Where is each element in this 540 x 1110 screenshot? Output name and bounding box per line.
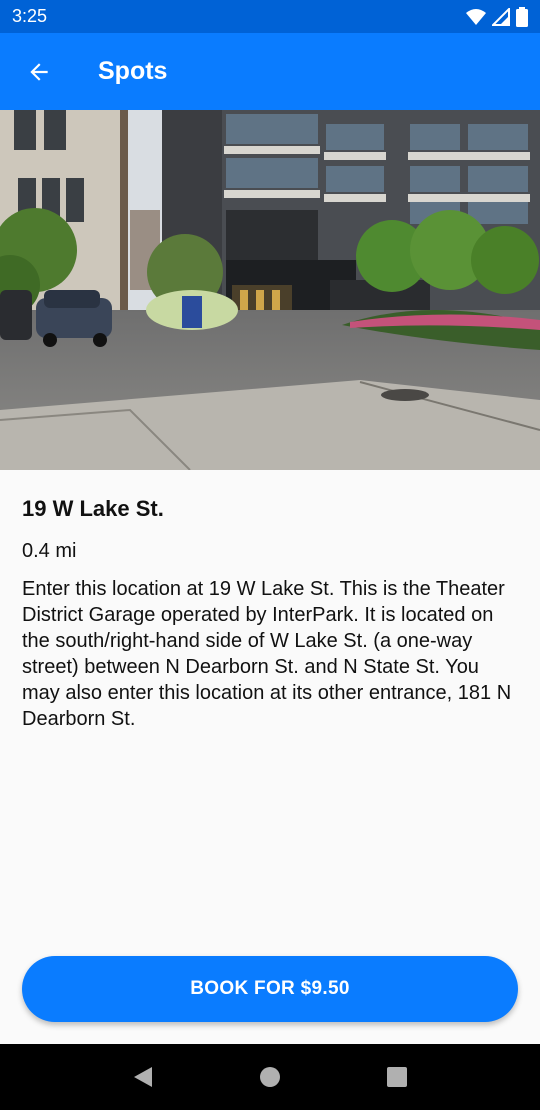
nav-home-button[interactable] — [250, 1057, 290, 1097]
spot-distance: 0.4 mi — [22, 540, 77, 562]
recents-square-icon — [386, 1067, 407, 1087]
battery-icon — [516, 6, 528, 27]
back-triangle-icon — [134, 1067, 153, 1087]
spot-title: 19 W Lake St. — [22, 496, 164, 521]
system-nav-bar — [0, 1044, 540, 1110]
parking-garage-photo — [0, 110, 540, 470]
nav-recents-button[interactable] — [377, 1057, 417, 1097]
status-bar: 3:25 — [0, 0, 540, 33]
spot-photo — [0, 110, 540, 470]
wifi-icon — [466, 8, 486, 25]
spot-details: 19 W Lake St. 0.4 mi Enter this location… — [0, 470, 540, 732]
home-circle-icon — [259, 1067, 280, 1087]
status-icons — [466, 6, 528, 27]
signal-icon — [492, 7, 510, 26]
status-time: 3:25 — [12, 6, 48, 26]
arrow-back-icon — [30, 62, 48, 81]
app-bar: Spots — [0, 33, 540, 110]
spot-description: Enter this location at 19 W Lake St. Thi… — [22, 578, 512, 730]
book-button[interactable]: BOOK FOR $9.50 — [22, 956, 518, 1022]
page-title: Spots — [98, 57, 168, 85]
back-button[interactable] — [7, 40, 71, 104]
nav-back-button[interactable] — [123, 1057, 163, 1097]
